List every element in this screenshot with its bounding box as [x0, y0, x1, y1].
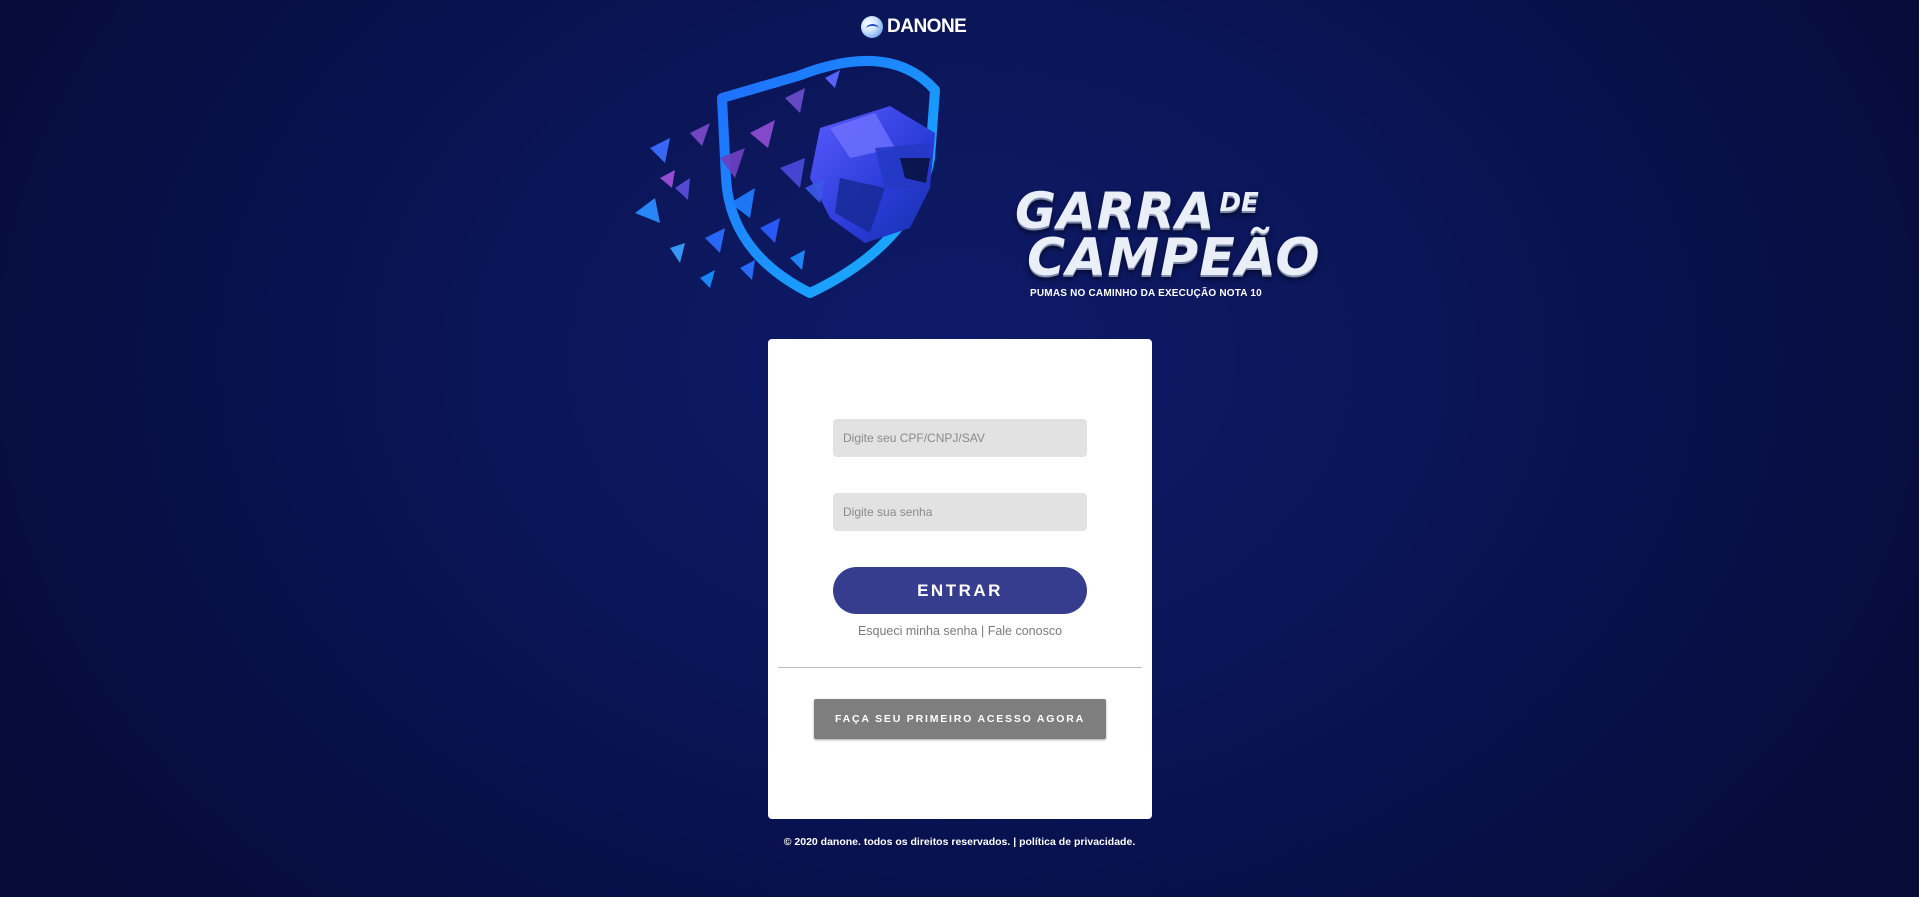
hero-banner: GARRA DE CAMPEÃO PUMAS NO CAMINHO DA EXE… [630, 38, 1320, 308]
contact-link[interactable]: Fale conosco [988, 624, 1062, 638]
login-card: ENTRAR Esqueci minha senha | Fale conosc… [768, 339, 1152, 819]
password-input[interactable] [833, 493, 1087, 531]
brand-name: DANONE [887, 16, 967, 37]
links-separator: | [980, 624, 985, 638]
forgot-password-link[interactable]: Esqueci minha senha [858, 624, 978, 638]
danone-globe-icon [861, 16, 883, 38]
copyright-text: © 2020 danone. todos os direitos reserva… [783, 836, 1011, 848]
login-button[interactable]: ENTRAR [833, 567, 1087, 614]
help-links: Esqueci minha senha | Fale conosco [768, 624, 1152, 638]
cpf-input[interactable] [833, 419, 1087, 457]
hero-title-connector: DE [1219, 188, 1259, 218]
hero-title-line2: CAMPEÃO [1027, 228, 1321, 288]
footer-separator: | [1013, 836, 1017, 848]
danone-logo: DANONE [861, 15, 967, 39]
privacy-policy-link[interactable]: política de privacidade. [1019, 836, 1135, 848]
hero-title: GARRA DE CAMPEÃO [1015, 186, 1321, 284]
hero-tagline: PUMAS NO CAMINHO DA EXECUÇÃO NOTA 10 [1030, 288, 1262, 299]
footer: © 2020 danone. todos os direitos reserva… [0, 836, 1919, 848]
divider [778, 667, 1142, 668]
first-access-button[interactable]: FAÇA SEU PRIMEIRO ACESSO AGORA [814, 699, 1106, 739]
